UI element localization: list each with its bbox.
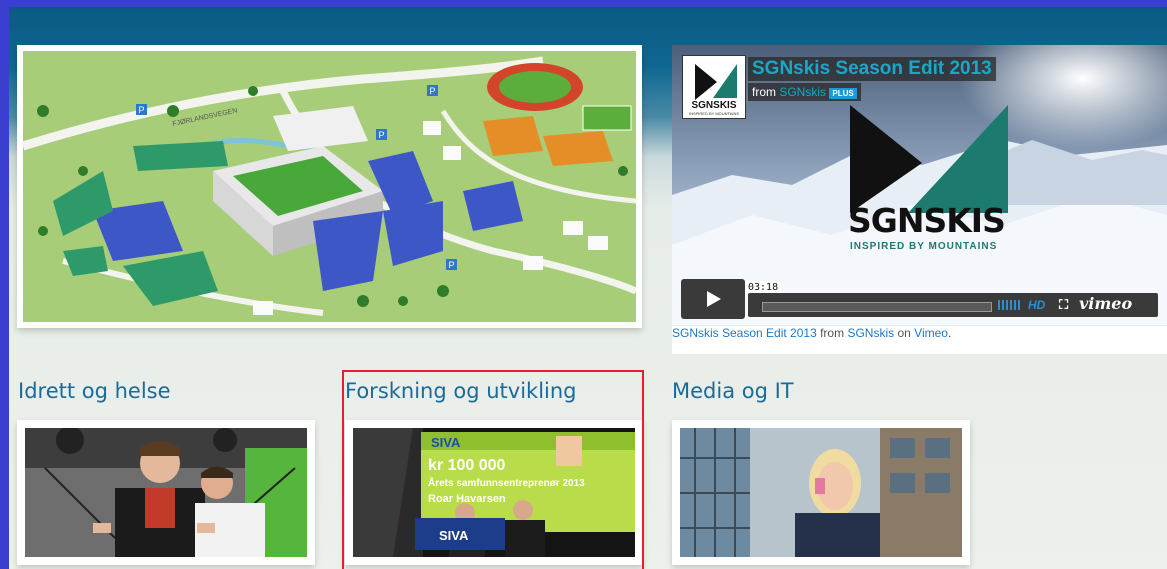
caption-channel-link[interactable]: SGNskis <box>847 326 894 340</box>
parking-label: P <box>430 86 436 96</box>
thumb-image-idrett[interactable] <box>25 428 307 557</box>
slide-subtitle-text: Årets samfunnsentreprenør 2013 <box>428 476 585 489</box>
campus-map-image[interactable]: P P P P FJØRLANDSVEGEN <box>23 51 636 322</box>
from-label: from <box>752 85 776 99</box>
parking-label: P <box>379 130 385 140</box>
brand-name: SGNSKIS <box>848 201 1006 240</box>
logo-small-text: SGNSKIS <box>691 100 737 111</box>
campus-map-illustration: P P P P FJØRLANDSVEGEN <box>23 51 636 322</box>
hd-button[interactable]: HD <box>1028 298 1045 312</box>
video-title[interactable]: SGNskis Season Edit 2013 <box>748 57 996 81</box>
section-title-forskning[interactable]: Forskning og utvikling <box>345 379 577 403</box>
play-button[interactable] <box>681 279 745 319</box>
logo-small-tagline: INSPIRED BY MOUNTAINS <box>688 111 740 116</box>
progress-bar[interactable] <box>762 302 992 312</box>
parking-label: P <box>449 260 455 270</box>
caption-platform-link[interactable]: Vimeo <box>914 326 948 340</box>
slide-logo-text: SIVA <box>431 435 461 450</box>
caption-period: . <box>947 326 952 340</box>
page: P P P P FJØRLANDSVEGEN SGNSKIS INSPIRED … <box>9 7 1167 569</box>
sports-photo <box>25 428 307 557</box>
vimeo-logo[interactable]: vimeo <box>1079 294 1132 313</box>
slide-amount-text: kr 100 000 <box>428 457 506 474</box>
thumb-card-forskning[interactable]: SIVA kr 100 000 Årets samfunnsentreprenø… <box>345 420 643 565</box>
caption-from: from <box>820 326 845 340</box>
brand-tagline: INSPIRED BY MOUNTAINS <box>850 241 998 252</box>
thumb-image-forskning[interactable]: SIVA kr 100 000 Årets samfunnsentreprenø… <box>353 428 635 557</box>
campus-map-card: P P P P FJØRLANDSVEGEN <box>17 45 642 328</box>
thumb-card-media[interactable] <box>672 420 970 565</box>
fullscreen-icon[interactable]: ⛶ <box>1059 297 1068 313</box>
caption-title-link[interactable]: SGNskis Season Edit 2013 <box>672 326 817 340</box>
channel-link[interactable]: SGNskis <box>779 85 826 99</box>
section-title-media[interactable]: Media og IT <box>672 379 794 403</box>
sgnskis-logo-icon <box>695 64 737 100</box>
play-icon <box>707 291 721 307</box>
thumb-card-idrett[interactable] <box>17 420 315 565</box>
video-byline: from SGNskis PLUS <box>748 83 861 101</box>
parking-label: P <box>139 105 145 115</box>
phone-call-photo <box>680 428 962 557</box>
caption-on: on <box>897 326 911 340</box>
podium-logo-text: SIVA <box>439 528 469 543</box>
volume-icon[interactable] <box>998 300 1022 310</box>
video-caption: SGNskis Season Edit 2013 from SGNskis on… <box>672 326 1167 354</box>
channel-logo[interactable]: SGNSKIS INSPIRED BY MOUNTAINS <box>682 55 746 119</box>
award-photo: SIVA kr 100 000 Årets samfunnsentreprenø… <box>353 428 635 557</box>
vimeo-player[interactable]: SGNSKIS INSPIRED BY MOUNTAINS SGNskis Se… <box>672 45 1167 325</box>
section-title-idrett[interactable]: Idrett og helse <box>18 379 171 403</box>
control-bar: HD ⛶ vimeo <box>748 293 1158 317</box>
sgnskis-brand-icon <box>850 105 1008 213</box>
thumb-image-media[interactable] <box>680 428 962 557</box>
plus-badge: PLUS <box>829 88 857 99</box>
